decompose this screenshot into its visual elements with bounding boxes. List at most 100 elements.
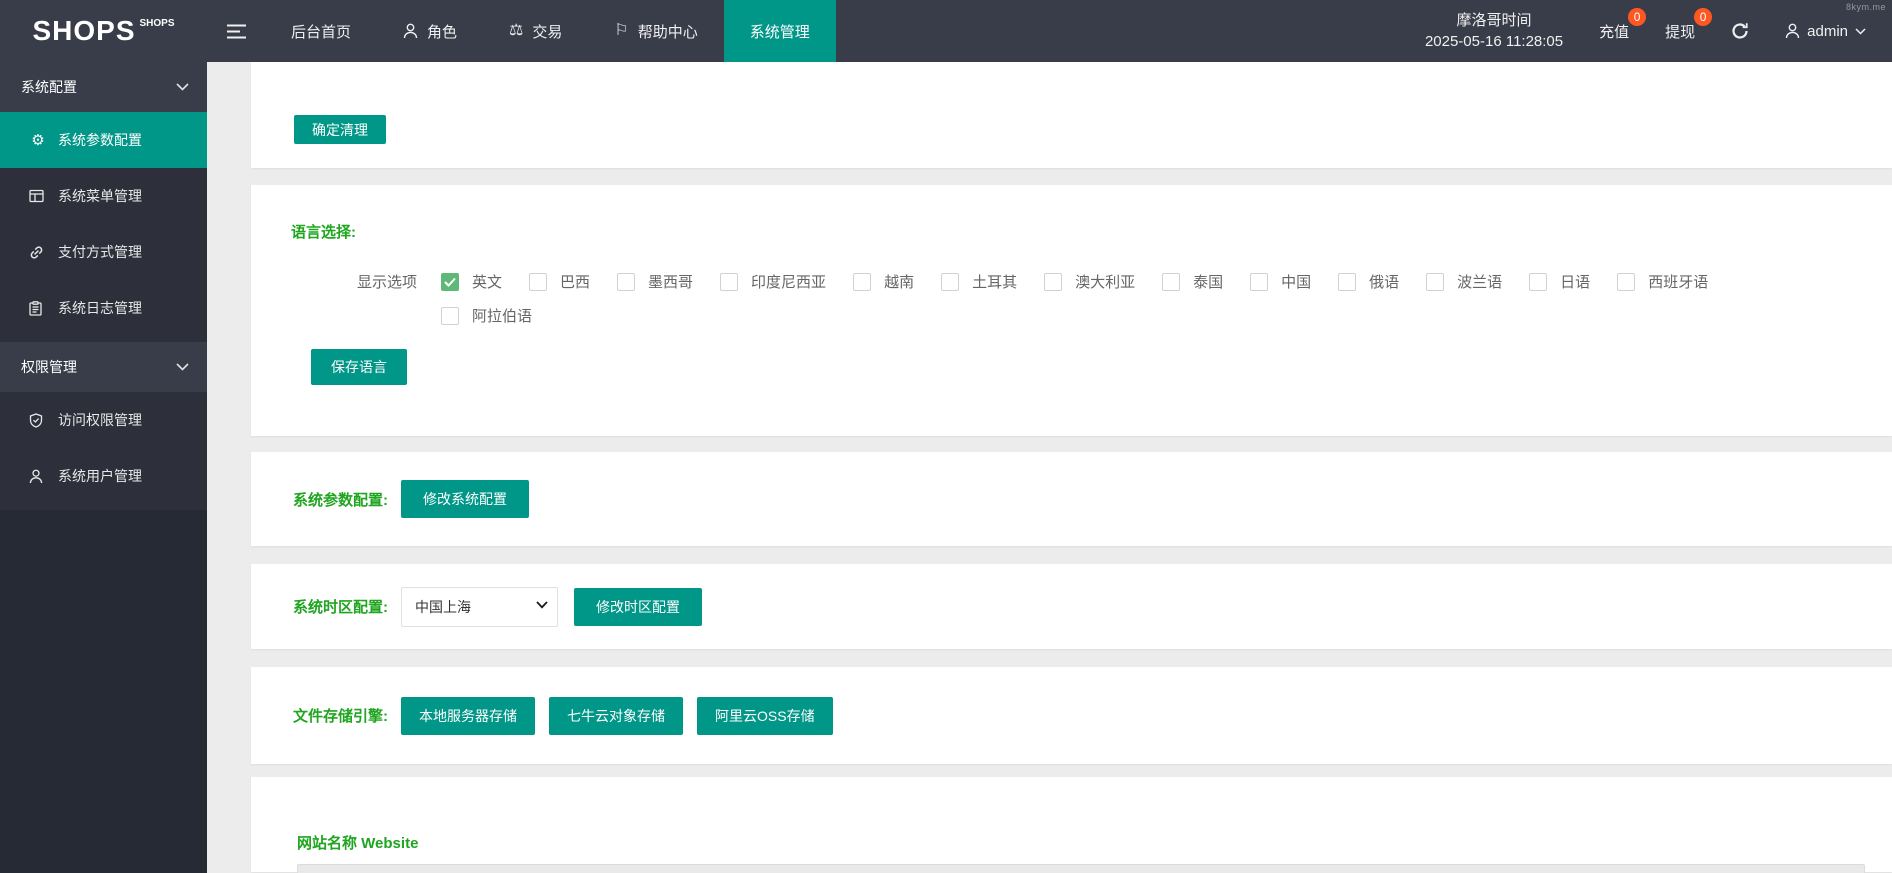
storage-engine-local-button[interactable]: 本地服务器存储	[401, 696, 535, 735]
checkbox[interactable]	[1529, 272, 1548, 291]
timezone-select-wrap: 中国上海	[401, 586, 558, 627]
language-option-vietnam[interactable]: 越南	[853, 271, 914, 292]
confirm-clean-button[interactable]: 确定清理	[294, 115, 386, 144]
checkbox[interactable]	[1617, 272, 1636, 291]
checkbox[interactable]	[1338, 272, 1357, 291]
sidebar-item-label: 系统用户管理	[58, 468, 142, 484]
sidebar-item-system-logs[interactable]: 系统日志管理	[0, 280, 207, 336]
gear-icon: ⚙	[31, 131, 45, 149]
shield-check-icon	[29, 412, 47, 428]
language-option-english[interactable]: 英文	[441, 271, 502, 292]
nav-item-label: 角色	[427, 23, 458, 41]
language-option-label: 越南	[884, 274, 915, 291]
language-option-australia[interactable]: 澳大利亚	[1044, 271, 1135, 292]
link-icon	[29, 245, 47, 260]
nav-item-help-center[interactable]: ⚐ 帮助中心	[588, 0, 723, 62]
language-option-turkey[interactable]: 土耳其	[941, 271, 1017, 292]
sidebar-item-system-params[interactable]: ⚙ 系统参数配置	[0, 112, 207, 168]
website-settings-card: 网站名称 Website	[251, 777, 1892, 873]
timezone-clock: 摩洛哥时间 2025-05-16 11:28:05	[1425, 10, 1563, 52]
main-nav: 后台首页 角色 ⚖ 交易 ⚐ 帮助中心 系统管理	[265, 0, 836, 62]
top-navbar: SHOPS SHOPS 后台首页 角色 ⚖ 交易 ⚐ 帮助中心 系统管理 摩洛哥…	[0, 0, 1892, 62]
sidebar-group-system-config[interactable]: 系统配置	[0, 62, 207, 112]
language-option-label: 巴西	[560, 274, 591, 291]
language-option-mexico[interactable]: 墨西哥	[617, 271, 693, 292]
checkbox[interactable]	[529, 272, 548, 291]
language-option-russian[interactable]: 俄语	[1338, 271, 1399, 292]
recharge-menu-item[interactable]: 充值 0	[1599, 7, 1647, 42]
main-content: 确定清理 语言选择: 显示选项 英文 巴西 墨西哥 印度尼西亚 越南 土耳其 澳…	[207, 62, 1892, 873]
language-select-title: 语言选择:	[291, 224, 356, 241]
checkbox[interactable]	[853, 272, 872, 291]
modify-system-config-button[interactable]: 修改系统配置	[401, 480, 529, 518]
language-option-thailand[interactable]: 泰国	[1162, 271, 1223, 292]
storage-engine-card: 文件存储引擎: 本地服务器存储 七牛云对象存储 阿里云OSS存储	[251, 667, 1892, 764]
nav-item-label: 帮助中心	[637, 23, 698, 41]
save-language-button[interactable]: 保存语言	[311, 349, 407, 385]
sidebar-group-permissions[interactable]: 权限管理	[0, 342, 207, 392]
checkbox[interactable]	[617, 272, 636, 291]
nav-item-system-management[interactable]: 系统管理	[723, 0, 836, 62]
language-option-label: 英文	[472, 274, 503, 291]
user-menu[interactable]: admin	[1785, 23, 1866, 40]
language-option-label: 土耳其	[972, 274, 1018, 291]
language-option-label: 波兰语	[1457, 274, 1503, 291]
nav-item-label: 后台首页	[291, 23, 352, 41]
checkbox[interactable]	[1044, 272, 1063, 291]
language-select-card: 语言选择: 显示选项 英文 巴西 墨西哥 印度尼西亚 越南 土耳其 澳大利亚 泰…	[251, 185, 1892, 436]
sidebar-item-payment-methods[interactable]: 支付方式管理	[0, 224, 207, 280]
language-option-polish[interactable]: 波兰语	[1426, 271, 1502, 292]
sidebar-collapse-button[interactable]	[207, 0, 265, 62]
sidebar-item-label: 系统参数配置	[58, 132, 142, 148]
sidebar-item-system-users[interactable]: 系统用户管理	[0, 448, 207, 504]
checkbox[interactable]	[941, 272, 960, 291]
language-option-indonesia[interactable]: 印度尼西亚	[720, 271, 826, 292]
checkbox[interactable]	[441, 306, 459, 325]
website-name-label: 网站名称 Website	[297, 835, 419, 852]
sidebar-item-label: 访问权限管理	[58, 412, 142, 428]
window-menu-icon	[29, 189, 47, 203]
language-option-japanese[interactable]: 日语	[1529, 271, 1590, 292]
website-name-input[interactable]	[297, 864, 1865, 873]
recharge-badge: 0	[1628, 7, 1647, 26]
nav-item-trade[interactable]: ⚖ 交易	[483, 0, 588, 62]
checkbox[interactable]	[1162, 272, 1181, 291]
person-icon	[403, 23, 418, 39]
sidebar-item-label: 系统日志管理	[58, 300, 142, 316]
logo-sup-text: SHOPS	[139, 17, 175, 29]
nav-item-roles[interactable]: 角色	[377, 0, 483, 62]
sidebar-item-system-menus[interactable]: 系统菜单管理	[0, 168, 207, 224]
timezone-card: 系统时区配置: 中国上海 修改时区配置	[251, 564, 1892, 649]
language-option-arabic[interactable]: 阿拉伯语	[441, 305, 532, 326]
checkbox[interactable]	[1426, 272, 1445, 291]
timezone-select[interactable]: 中国上海	[401, 586, 558, 627]
person-icon	[29, 469, 47, 484]
app-logo: SHOPS SHOPS	[0, 0, 207, 62]
system-param-label: 系统参数配置:	[293, 491, 388, 509]
flag-icon: ⚐	[614, 22, 629, 39]
refresh-icon	[1731, 22, 1749, 40]
language-option-label: 中国	[1281, 274, 1312, 291]
language-option-label: 印度尼西亚	[751, 274, 827, 291]
language-option-china[interactable]: 中国	[1250, 271, 1311, 292]
language-option-brazil[interactable]: 巴西	[529, 271, 590, 292]
checkbox[interactable]	[1250, 272, 1269, 291]
withdraw-badge: 0	[1694, 7, 1713, 26]
refresh-button[interactable]	[1731, 22, 1749, 40]
storage-engine-qiniu-button[interactable]: 七牛云对象存储	[549, 696, 683, 735]
chevron-down-icon	[176, 83, 189, 91]
language-option-spanish[interactable]: 西班牙语	[1617, 271, 1708, 292]
chevron-down-icon	[1855, 27, 1866, 35]
checkbox[interactable]	[441, 272, 459, 291]
storage-engine-aliyun-oss-button[interactable]: 阿里云OSS存储	[697, 696, 833, 735]
modify-timezone-button[interactable]: 修改时区配置	[574, 587, 702, 626]
checkbox[interactable]	[720, 272, 739, 291]
withdraw-menu-item[interactable]: 提现 0	[1665, 7, 1713, 42]
sidebar-group-label: 系统配置	[21, 79, 77, 95]
nav-item-dashboard[interactable]: 后台首页	[265, 0, 377, 62]
sidebar-item-access-permissions[interactable]: 访问权限管理	[0, 392, 207, 448]
sidebar-group-system-config-items: ⚙ 系统参数配置 系统菜单管理 支付方式管理 系统日志管理	[0, 112, 207, 342]
system-param-card: 系统参数配置: 修改系统配置	[251, 452, 1892, 546]
language-option-label: 澳大利亚	[1075, 274, 1136, 291]
timezone-label: 摩洛哥时间	[1456, 12, 1532, 29]
